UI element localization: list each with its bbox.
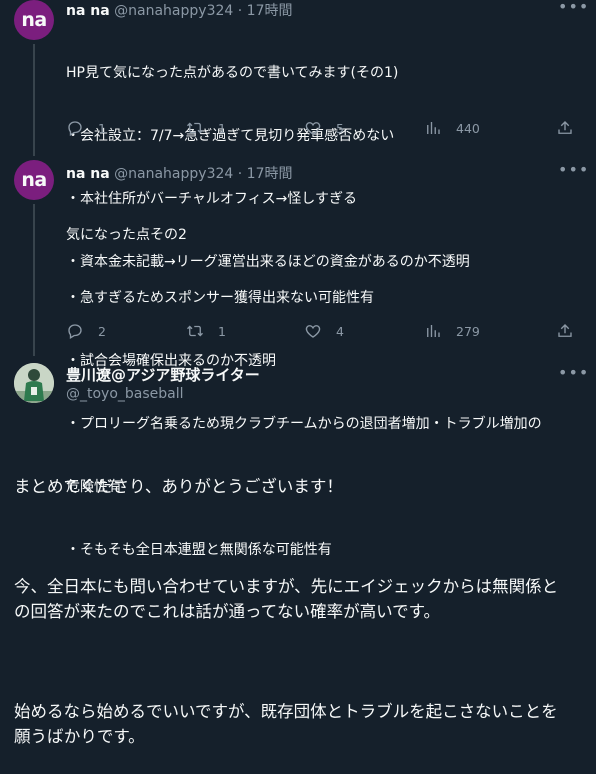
separator: · [237, 3, 243, 19]
views-icon [427, 122, 440, 134]
display-name[interactable]: na na [66, 166, 110, 182]
share-icon [558, 121, 572, 134]
thread-line [33, 204, 35, 356]
display-name[interactable]: na na [66, 3, 110, 19]
timestamp[interactable]: 17時間 [247, 166, 293, 182]
like-icon [305, 325, 321, 338]
tweet-actions: 1 1 5 440 [66, 118, 586, 138]
retweet-button[interactable]: 1 [186, 321, 226, 341]
tweet-text: まとめてくださり、ありがとうございます！ 今、全日本にも問い合わせていますが、先… [14, 477, 559, 746]
more-icon[interactable]: ••• [558, 365, 588, 384]
tweet-header: na na @nanahappy324 · 17時間 [66, 0, 292, 20]
views-button[interactable]: 279 [424, 321, 480, 341]
tweet-actions: 2 1 4 279 [66, 321, 586, 341]
reply-icon [68, 324, 82, 339]
views-button[interactable]: 440 [424, 118, 480, 138]
like-icon [305, 122, 321, 135]
baseball-player-avatar [14, 363, 54, 403]
share-icon [558, 324, 572, 337]
tweet-header: na na @nanahappy324 · 17時間 [66, 163, 292, 183]
display-name[interactable]: 豊川遼@アジア野球ライター [66, 364, 260, 385]
timestamp[interactable]: 17時間 [247, 3, 293, 19]
retweet-button[interactable]: 1 [186, 118, 226, 138]
like-button[interactable]: 5 [304, 118, 344, 138]
avatar[interactable]: na [14, 0, 54, 40]
share-button[interactable] [556, 118, 574, 138]
reply-button[interactable]: 2 [66, 321, 106, 341]
avatar[interactable] [14, 363, 54, 403]
share-button[interactable] [556, 321, 574, 341]
like-button[interactable]: 4 [304, 321, 344, 341]
avatar[interactable]: na [14, 160, 54, 200]
reply-icon [68, 121, 82, 136]
thread-line [33, 44, 35, 156]
handle[interactable]: @_toyo_baseball [66, 386, 184, 402]
retweet-icon [187, 325, 203, 337]
reply-button[interactable]: 1 [66, 118, 106, 138]
more-icon[interactable]: ••• [558, 0, 588, 18]
separator: · [237, 166, 243, 182]
handle[interactable]: @nanahappy324 [114, 3, 233, 19]
views-icon [427, 325, 440, 337]
more-icon[interactable]: ••• [558, 162, 588, 181]
handle[interactable]: @nanahappy324 [114, 166, 233, 182]
retweet-icon [187, 122, 203, 134]
